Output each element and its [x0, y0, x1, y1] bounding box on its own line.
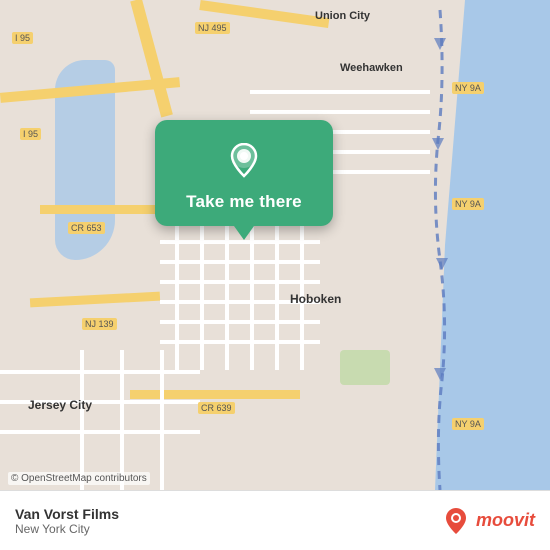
street-jc-3: [0, 430, 200, 434]
map-container: I 95 NJ 495 Union City Weehawken NY 9A N…: [0, 0, 550, 550]
label-nj139: NJ 139: [82, 318, 117, 330]
road-cr639: [130, 390, 300, 399]
label-i95-1: I 95: [12, 32, 33, 44]
take-me-there-button[interactable]: Take me there: [186, 192, 302, 212]
bottom-bar: Van Vorst Films New York City moovit: [0, 490, 550, 550]
moovit-icon: [440, 505, 472, 537]
street-jc-1: [0, 370, 200, 374]
copyright-text: © OpenStreetMap contributors: [8, 472, 150, 485]
label-hoboken: Hoboken: [290, 292, 341, 306]
location-info: Van Vorst Films New York City: [15, 506, 119, 536]
label-cr639: CR 639: [198, 402, 235, 414]
street-hoboken-7: [160, 320, 320, 324]
label-nj495: NJ 495: [195, 22, 230, 34]
label-i95-2: I 95: [20, 128, 41, 140]
location-pin-icon: [222, 138, 266, 182]
moovit-text: moovit: [476, 510, 535, 531]
label-ny9a-2: NY 9A: [452, 198, 484, 210]
street-hoboken-4: [160, 260, 320, 264]
green-area-2: [340, 350, 390, 385]
label-cr653: CR 653: [68, 222, 105, 234]
place-name: Van Vorst Films: [15, 506, 119, 522]
street-jc-v3: [160, 350, 164, 500]
label-union-city: Union City: [315, 10, 370, 22]
popup-card[interactable]: Take me there: [155, 120, 333, 226]
street-hoboken-5: [160, 280, 320, 284]
street-hoboken-3: [160, 240, 320, 244]
street-hoboken-8: [160, 340, 320, 344]
label-ny9a-1: NY 9A: [452, 82, 484, 94]
moovit-logo[interactable]: moovit: [440, 505, 535, 537]
label-jersey-city: Jersey City: [28, 398, 92, 412]
place-city: New York City: [15, 522, 119, 536]
label-weehawken: Weehawken: [340, 62, 403, 74]
label-ny9a-3: NY 9A: [452, 418, 484, 430]
